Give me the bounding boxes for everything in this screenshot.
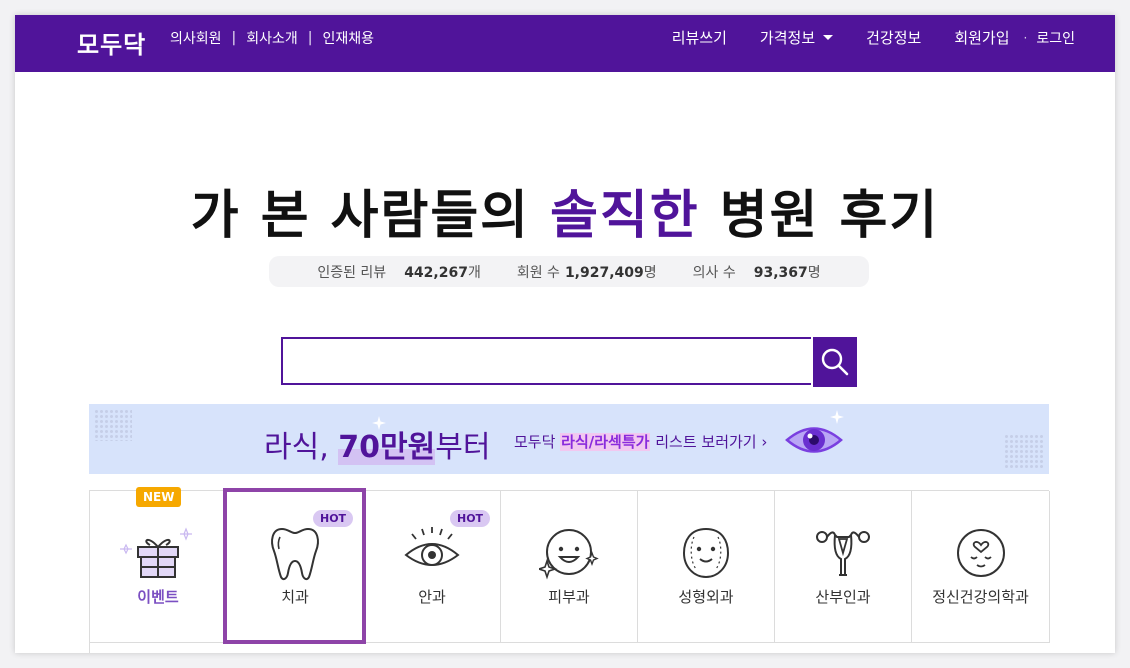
dot-separator: · [1023, 30, 1028, 45]
search-input[interactable] [281, 337, 811, 385]
banner-headline-price: 70만원 [338, 430, 436, 465]
price-info-label: 가격정보 [759, 29, 816, 47]
category-dental[interactable]: HOT 치과 [227, 491, 364, 643]
main-navigation: 리뷰쓰기 가격정보 건강정보 회원가입 · 로그인 [672, 27, 1075, 48]
signup-link[interactable]: 회원가입 [954, 27, 1009, 48]
sparkle-face-icon [539, 529, 599, 580]
category-label: 정신건강의학과 [932, 588, 1029, 606]
category-plastic-surgery[interactable]: 성형외과 [638, 491, 775, 643]
department-category-grid: NEW 이벤트 HOT 치과 HOT 안과 피부과 성형외과 산부인과 정신건강… [89, 487, 1050, 653]
members-count: 1,927,409 [564, 264, 644, 281]
doctors-label: 의사 수 [692, 264, 736, 281]
gift-icon [120, 527, 192, 578]
category-label: 치과 [281, 588, 309, 606]
careers-link[interactable]: 인재채용 [323, 28, 375, 48]
new-badge: NEW [136, 487, 182, 507]
banner-headline-pre: 라식, [264, 430, 339, 465]
category-ophthalmology[interactable]: HOT 안과 [364, 491, 501, 643]
lasik-promo-banner[interactable]: 라식, 70만원부터 모두닥 라식/라섹특가 리스트 보러가기 › [89, 404, 1049, 474]
eye-icon [404, 527, 460, 566]
category-label: 안과 [418, 588, 446, 606]
tooth-icon [271, 527, 319, 581]
hero-title-accent: 솔직한 [550, 186, 700, 246]
banner-cta-text[interactable]: 모두닥 라식/라섹특가 리스트 보러가기 › [514, 431, 767, 452]
login-link[interactable]: 로그인 [1036, 28, 1075, 48]
category-label: 성형외과 [678, 588, 734, 606]
reviews-label: 인증된 리뷰 [317, 264, 387, 281]
site-logo[interactable]: 모두닥 [77, 25, 146, 60]
browser-window: 모두닥 의사회원 | 회사소개 | 인재채용 리뷰쓰기 가격정보 건강정보 회원… [15, 15, 1115, 653]
category-dermatology[interactable]: 피부과 [501, 491, 638, 643]
sparkle-icon [372, 416, 386, 430]
search-button[interactable] [813, 337, 857, 387]
members-unit: 명 [643, 264, 657, 281]
banner-sub-highlight: 라식/라섹특가 [560, 433, 651, 451]
reviews-unit: 개 [467, 264, 481, 281]
corporate-links: 의사회원 | 회사소개 | 인재채용 [170, 28, 374, 48]
reviews-count: 442,267 [404, 264, 468, 281]
banner-headline-post: 부터 [435, 430, 491, 465]
top-navigation-bar: 모두닥 의사회원 | 회사소개 | 인재채용 리뷰쓰기 가격정보 건강정보 회원… [15, 15, 1115, 72]
health-info-link[interactable]: 건강정보 [866, 27, 921, 48]
hero-title: 가 본 사람들의 솔직한 병원 후기 [15, 173, 1115, 248]
category-psychiatry[interactable]: 정신건강의학과 [912, 491, 1050, 643]
face-icon [682, 527, 730, 579]
write-review-link[interactable]: 리뷰쓰기 [672, 27, 727, 48]
caret-down-icon [823, 35, 834, 40]
members-label: 회원 수 [516, 264, 560, 281]
banner-sub-pre: 모두닥 [514, 433, 561, 451]
doctors-unit: 명 [807, 264, 821, 281]
hero-title-pre: 가 본 사람들의 [190, 186, 551, 246]
search-icon [821, 348, 849, 376]
category-label: 산부인과 [815, 588, 871, 606]
price-info-menu[interactable]: 가격정보 [759, 27, 834, 48]
doctor-member-link[interactable]: 의사회원 [170, 28, 222, 48]
nav-separator: | [231, 30, 237, 46]
sparkle-icon [830, 410, 844, 424]
heart-head-icon [956, 529, 1005, 577]
category-event[interactable]: NEW 이벤트 [90, 487, 227, 643]
dot-pattern-decoration [1004, 434, 1044, 470]
category-label: 이벤트 [137, 588, 179, 606]
banner-sub-post: 리스트 보러가기 › [650, 433, 768, 451]
dot-pattern-decoration [94, 409, 132, 441]
site-stats: 인증된 리뷰 442,267개 회원 수 1,927,409명 의사 수 93,367… [269, 256, 869, 287]
category-label: 피부과 [548, 588, 590, 606]
company-intro-link[interactable]: 회사소개 [246, 28, 298, 48]
uterus-icon [816, 531, 870, 576]
hero-title-post: 병원 후기 [699, 186, 940, 246]
doctors-count: 93,367 [753, 264, 808, 281]
category-obgyn[interactable]: 산부인과 [775, 491, 912, 643]
nav-separator: | [307, 30, 313, 46]
